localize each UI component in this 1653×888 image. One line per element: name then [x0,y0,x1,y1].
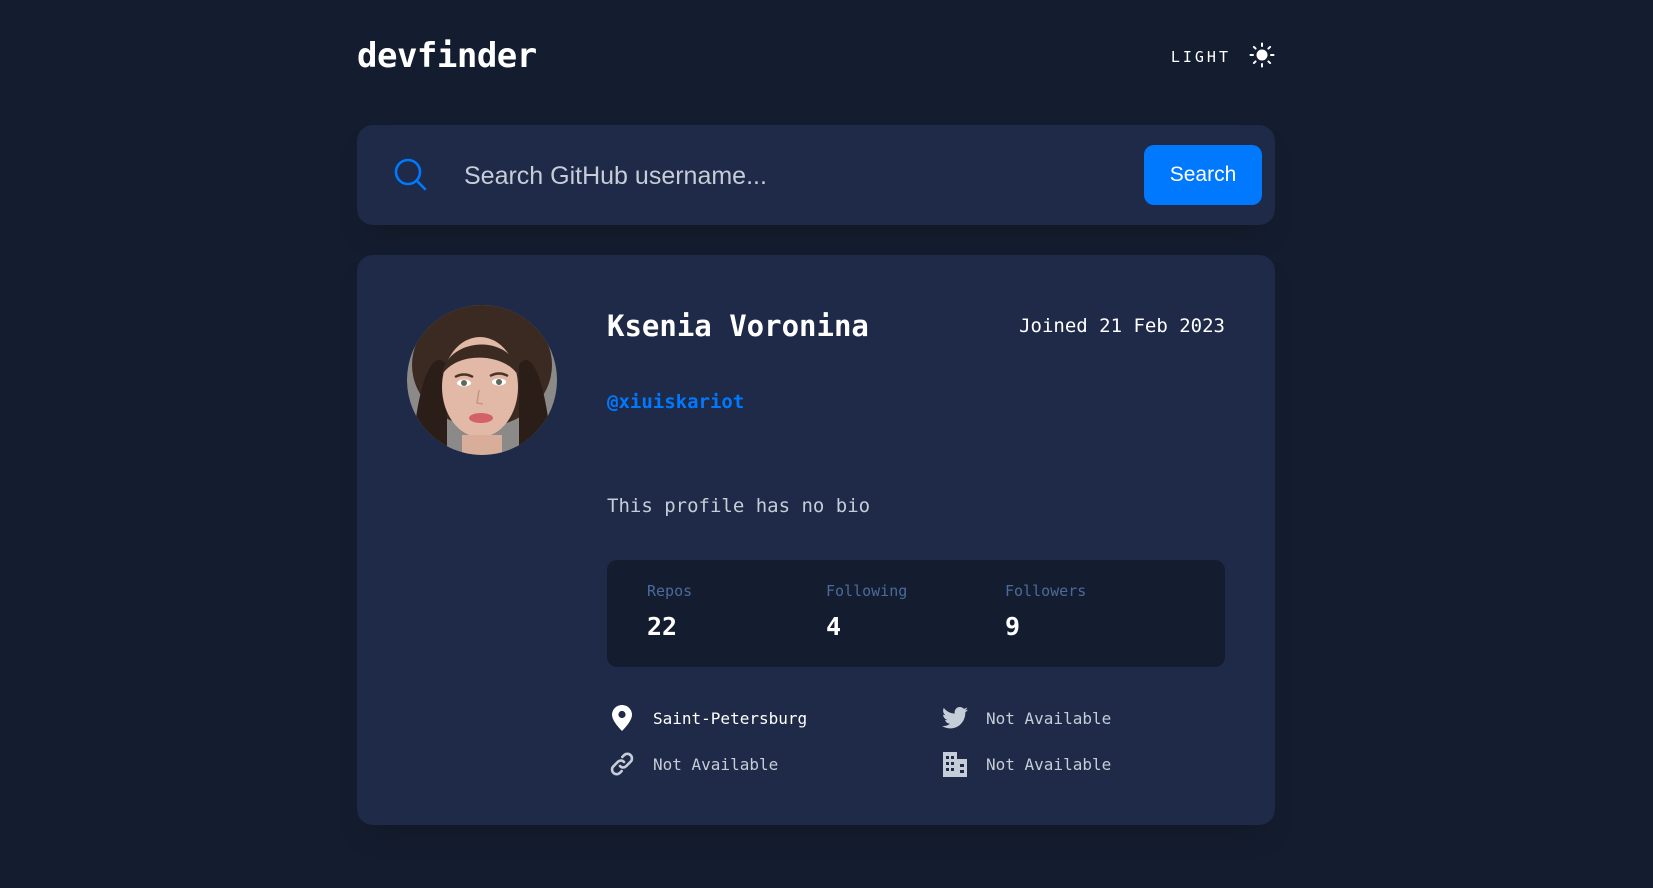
profile-links: Saint-Petersburg Not Available Not Avail… [607,703,1225,793]
location-item: Saint-Petersburg [607,703,807,733]
search-bar: Search [357,125,1275,225]
stat-label: Followers [1005,582,1087,600]
theme-toggle-label: LIGHT [1170,48,1231,66]
company-item: Not Available [940,749,1111,779]
stat-value: 22 [647,612,678,641]
stat-value: 9 [1005,612,1021,641]
stat-repos: Repos 22 [647,582,817,641]
link-icon [607,749,637,779]
logo: devfinder [357,36,537,76]
location-text: Saint-Petersburg [653,708,808,728]
twitter-icon [940,703,970,733]
blog-item: Not Available [607,749,778,779]
blog-text: Not Available [653,754,779,774]
header: devfinder LIGHT [357,28,1275,84]
company-text: Not Available [986,754,1112,774]
stat-followers: Followers 9 [1005,582,1175,641]
profile-card: Ksenia Voronina Joined 21 Feb 2023 @xiui… [357,255,1275,825]
joined-date: Joined 21 Feb 2023 [1019,315,1225,337]
stat-label: Following [826,582,908,600]
search-icon [393,157,429,193]
location-pin-icon [607,703,637,733]
theme-toggle-button[interactable]: LIGHT [1171,42,1275,72]
twitter-item: Not Available [940,703,1111,733]
search-input[interactable] [462,153,1086,199]
twitter-text: Not Available [986,708,1112,728]
office-building-icon [940,749,970,779]
search-button[interactable]: Search [1144,145,1262,205]
stats-panel: Repos 22 Following 4 Followers 9 [607,560,1225,667]
stat-value: 4 [826,612,842,641]
stat-following: Following 4 [826,582,996,641]
profile-bio: This profile has no bio [607,495,871,517]
profile-login-link[interactable]: @xiuiskariot [607,391,744,413]
avatar [407,305,557,455]
sun-icon [1249,42,1275,72]
profile-name: Ksenia Voronina [607,309,869,343]
stat-label: Repos [647,582,693,600]
